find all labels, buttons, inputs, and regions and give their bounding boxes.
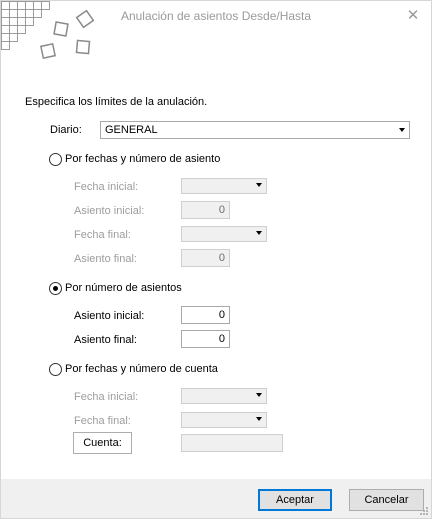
chevron-down-icon <box>399 128 405 132</box>
button-bar: Aceptar Cancelar <box>1 479 431 518</box>
chevron-down-icon <box>256 393 262 397</box>
close-icon[interactable]: ✕ <box>403 6 423 26</box>
chevron-down-icon <box>256 417 262 421</box>
g1-asiento-inicial-input[interactable]: 0 <box>181 201 230 219</box>
diario-select[interactable]: GENERAL <box>100 121 410 139</box>
g2-asiento-final-input[interactable]: 0 <box>181 330 230 348</box>
diario-select-value: GENERAL <box>105 124 158 136</box>
cuenta-input[interactable] <box>181 434 283 452</box>
g1-fecha-inicial-label: Fecha inicial: <box>74 181 139 193</box>
g1-fecha-inicial-select[interactable] <box>181 178 267 194</box>
radio-fechas-cuenta-label: Por fechas y número de cuenta <box>65 363 218 375</box>
radio-fechas-cuenta[interactable] <box>49 363 62 376</box>
chevron-down-icon <box>256 231 262 235</box>
g2-asiento-inicial-label: Asiento inicial: <box>74 310 145 322</box>
g2-asiento-inicial-input[interactable]: 0 <box>181 306 230 324</box>
radio-numero-asientos[interactable] <box>49 282 62 295</box>
g1-fecha-final-label: Fecha final: <box>74 229 131 241</box>
accept-button[interactable]: Aceptar <box>258 489 332 511</box>
radio-fechas-asiento-label: Por fechas y número de asiento <box>65 153 221 165</box>
title-bar: Anulación de asientos Desde/Hasta ✕ <box>1 1 431 33</box>
g1-asiento-final-input[interactable]: 0 <box>181 249 230 267</box>
diario-label: Diario: <box>50 124 82 136</box>
g1-asiento-inicial-label: Asiento inicial: <box>74 205 145 217</box>
g3-fecha-final-select[interactable] <box>181 412 267 428</box>
chevron-down-icon <box>256 183 262 187</box>
g3-fecha-inicial-select[interactable] <box>181 388 267 404</box>
g1-asiento-final-label: Asiento final: <box>74 253 137 265</box>
g3-fecha-final-label: Fecha final: <box>74 415 131 427</box>
instructions-heading: Especifica los límites de la anulación. <box>25 96 208 108</box>
window-title: Anulación de asientos Desde/Hasta <box>120 9 312 23</box>
g2-asiento-final-label: Asiento final: <box>74 334 137 346</box>
resize-grip-icon[interactable] <box>417 504 429 516</box>
g1-fecha-final-select[interactable] <box>181 226 267 242</box>
radio-fechas-asiento[interactable] <box>49 153 62 166</box>
cancel-button[interactable]: Cancelar <box>349 489 424 511</box>
dialog-window: Anulación de asientos Desde/Hasta ✕ Espe… <box>0 0 432 519</box>
g3-fecha-inicial-label: Fecha inicial: <box>74 391 139 403</box>
cuenta-button[interactable]: Cuenta: <box>73 432 132 454</box>
radio-numero-asientos-label: Por número de asientos <box>65 282 182 294</box>
